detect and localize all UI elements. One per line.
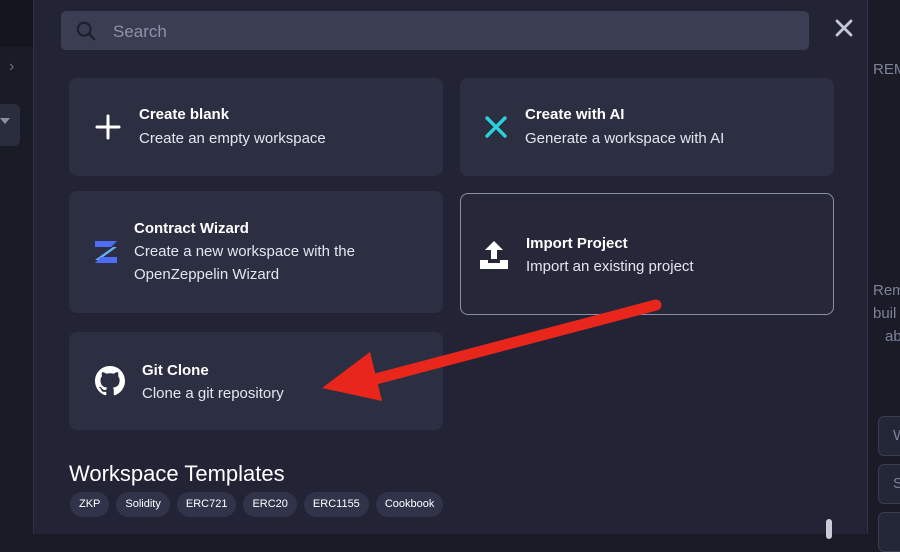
template-tag-erc1155[interactable]: ERC1155 (303, 492, 369, 517)
card-title: Git Clone (142, 362, 209, 379)
caret-down-icon (0, 118, 10, 124)
background-right-text-1: Rem (873, 282, 900, 299)
search-input[interactable] (111, 11, 795, 52)
background-right-button-2: S (878, 464, 900, 504)
ai-sparkle-icon (485, 116, 507, 138)
background-right-text-3: ab (885, 328, 900, 345)
card-title: Import Project (526, 235, 628, 252)
contract-wizard-card[interactable]: Contract Wizard Create a new workspace w… (69, 191, 443, 313)
create-with-ai-card[interactable]: Create with AI Generate a workspace with… (460, 78, 834, 176)
card-description: Import an existing project (526, 258, 694, 275)
background-right-button-1: W (878, 416, 900, 456)
upload-icon (480, 241, 508, 269)
search-icon (76, 21, 96, 41)
openzeppelin-icon (95, 241, 117, 263)
card-description-line2: OpenZeppelin Wizard (134, 266, 280, 283)
close-icon[interactable] (834, 18, 854, 38)
card-description-line1: Create a new workspace with the (134, 243, 355, 260)
background-right-header: REM (873, 61, 900, 78)
template-tag-erc721[interactable]: ERC721 (176, 492, 237, 517)
card-title: Create blank (139, 106, 230, 123)
template-tag-list: ZKP Solidity ERC721 ERC20 ERC1155 Cookbo… (70, 492, 444, 517)
search-bar[interactable] (61, 11, 809, 52)
background-right-button-3 (878, 512, 900, 552)
template-tag-cookbook[interactable]: Cookbook (375, 492, 444, 517)
chevron-right-icon: › (9, 58, 15, 75)
github-icon (95, 366, 125, 396)
background-dropdown (0, 104, 20, 146)
card-title: Contract Wizard (134, 220, 249, 237)
workspace-templates-heading: Workspace Templates (69, 461, 285, 486)
card-description: Clone a git repository (142, 385, 284, 402)
card-description: Create an empty workspace (139, 130, 326, 147)
template-tag-erc20[interactable]: ERC20 (243, 492, 297, 517)
template-tag-zkp[interactable]: ZKP (70, 492, 110, 517)
import-project-card[interactable]: Import Project Import an existing projec… (460, 193, 834, 315)
git-clone-card[interactable]: Git Clone Clone a git repository (69, 332, 443, 430)
create-blank-card[interactable]: Create blank Create an empty workspace (69, 78, 443, 176)
create-workspace-modal: Create blank Create an empty workspace C… (33, 0, 868, 539)
scrollbar-thumb[interactable] (826, 519, 832, 539)
card-description: Generate a workspace with AI (525, 130, 725, 147)
plus-icon (95, 114, 121, 140)
background-right-text-2: buil (873, 305, 897, 322)
card-title: Create with AI (525, 106, 625, 123)
template-tag-solidity[interactable]: Solidity (116, 492, 170, 517)
